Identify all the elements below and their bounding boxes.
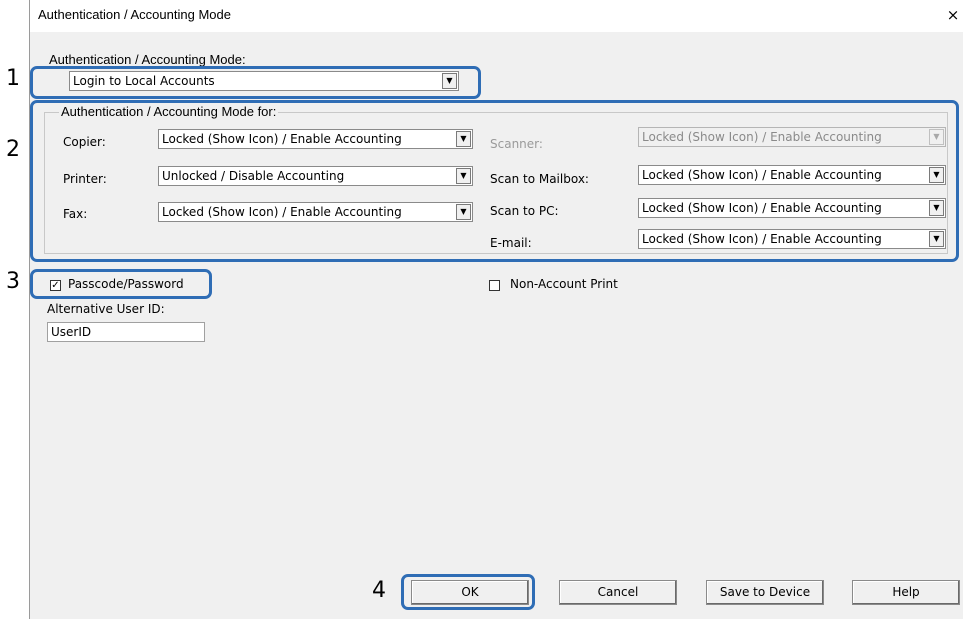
mode-label: Authentication / Accounting Mode:	[49, 52, 246, 67]
email-select-value: Locked (Show Icon) / Enable Accounting	[642, 232, 882, 246]
scanner-select-value: Locked (Show Icon) / Enable Accounting	[642, 130, 882, 144]
fax-select-value: Locked (Show Icon) / Enable Accounting	[162, 205, 402, 219]
callout-3: 3	[6, 269, 20, 294]
printer-label: Printer:	[63, 172, 107, 186]
email-label: E-mail:	[490, 236, 532, 250]
cancel-button[interactable]: Cancel	[559, 580, 677, 605]
chevron-down-icon[interactable]: ▼	[929, 231, 944, 247]
scan-to-mailbox-select-value: Locked (Show Icon) / Enable Accounting	[642, 168, 882, 182]
window-title: Authentication / Accounting Mode	[38, 7, 231, 22]
mode-for-legend: Authentication / Accounting Mode for:	[59, 104, 279, 119]
mode-select-value: Login to Local Accounts	[73, 74, 215, 88]
copier-label: Copier:	[63, 135, 106, 149]
passcode-checkbox[interactable]: ✓	[50, 280, 61, 291]
scanner-label: Scanner:	[490, 137, 543, 151]
scan-to-pc-select-value: Locked (Show Icon) / Enable Accounting	[642, 201, 882, 215]
close-icon[interactable]: ×	[945, 6, 961, 24]
scan-to-pc-select[interactable]: Locked (Show Icon) / Enable Accounting ▼	[638, 198, 946, 218]
alt-user-id-label: Alternative User ID:	[47, 302, 165, 316]
scan-to-mailbox-select[interactable]: Locked (Show Icon) / Enable Accounting ▼	[638, 165, 946, 185]
scanner-select: Locked (Show Icon) / Enable Accounting ▼	[638, 127, 946, 147]
ok-button[interactable]: OK	[411, 580, 529, 605]
callout-1: 1	[6, 66, 20, 91]
copier-select-value: Locked (Show Icon) / Enable Accounting	[162, 132, 402, 146]
dialog-window: Authentication / Accounting Mode × Authe…	[29, 0, 963, 619]
alt-user-id-value: UserID	[51, 325, 92, 339]
chevron-down-icon[interactable]: ▼	[456, 204, 471, 220]
save-to-device-button[interactable]: Save to Device	[706, 580, 824, 605]
help-button[interactable]: Help	[852, 580, 960, 605]
chevron-down-icon[interactable]: ▼	[929, 167, 944, 183]
chevron-down-icon[interactable]: ▼	[442, 73, 457, 89]
non-account-print-checkbox[interactable]	[489, 280, 500, 291]
scan-to-pc-label: Scan to PC:	[490, 204, 559, 218]
fax-select[interactable]: Locked (Show Icon) / Enable Accounting ▼	[158, 202, 473, 222]
printer-select[interactable]: Unlocked / Disable Accounting ▼	[158, 166, 473, 186]
printer-select-value: Unlocked / Disable Accounting	[162, 169, 345, 183]
chevron-down-icon: ▼	[929, 129, 944, 145]
callout-2: 2	[6, 137, 20, 162]
copier-select[interactable]: Locked (Show Icon) / Enable Accounting ▼	[158, 129, 473, 149]
chevron-down-icon[interactable]: ▼	[456, 131, 471, 147]
chevron-down-icon[interactable]: ▼	[456, 168, 471, 184]
scan-to-mailbox-label: Scan to Mailbox:	[490, 172, 589, 186]
callout-4: 4	[372, 578, 386, 603]
non-account-print-label[interactable]: Non-Account Print	[510, 277, 618, 291]
passcode-label[interactable]: Passcode/Password	[68, 277, 184, 291]
mode-select[interactable]: Login to Local Accounts ▼	[69, 71, 459, 91]
title-bar: Authentication / Accounting Mode ×	[30, 0, 963, 32]
chevron-down-icon[interactable]: ▼	[929, 200, 944, 216]
email-select[interactable]: Locked (Show Icon) / Enable Accounting ▼	[638, 229, 946, 249]
fax-label: Fax:	[63, 207, 88, 221]
alt-user-id-field[interactable]: UserID	[47, 322, 205, 342]
